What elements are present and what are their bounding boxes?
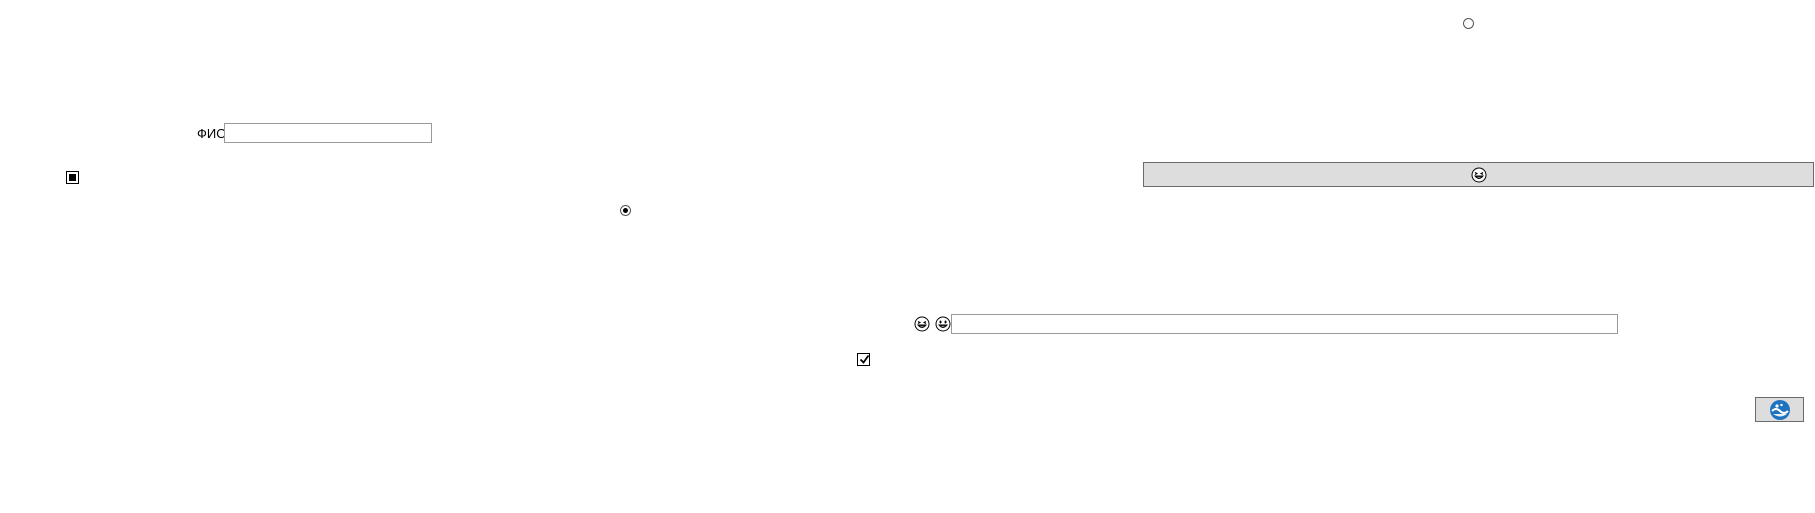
left-checkbox[interactable] (66, 171, 79, 184)
grinning-squinting-face-icon (914, 316, 930, 332)
top-radio[interactable] (1463, 18, 1474, 29)
grinning-squinting-face-icon (1471, 167, 1487, 183)
fio-input[interactable] (224, 123, 432, 143)
corner-icon-button[interactable] (1755, 397, 1804, 422)
fio-label: ФИО (197, 126, 227, 141)
long-text-input[interactable] (951, 314, 1618, 334)
grinning-face-with-big-eyes-icon (935, 316, 951, 332)
check-icon (859, 354, 870, 364)
blue-wave-globe-icon (1769, 399, 1791, 421)
emoji-bar-button[interactable] (1143, 162, 1814, 187)
middle-radio[interactable] (620, 205, 631, 216)
bottom-checkbox[interactable] (857, 353, 870, 366)
